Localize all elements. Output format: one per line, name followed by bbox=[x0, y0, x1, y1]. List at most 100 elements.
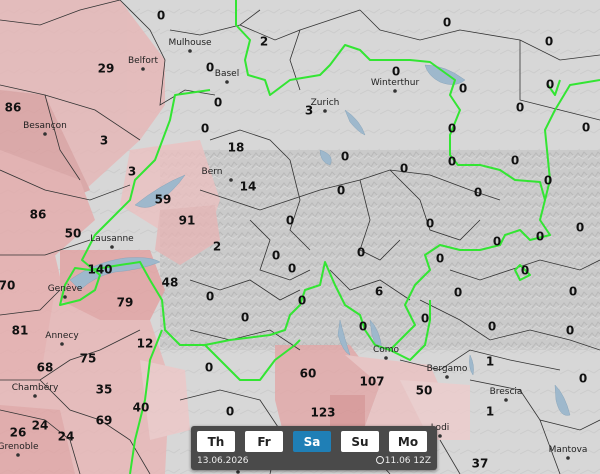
forecast-map[interactable]: Mulhouse Belfort Basel Winterthur Zurich Besa… bbox=[0, 0, 600, 474]
city-dot bbox=[445, 375, 449, 379]
city-label: Zurich bbox=[311, 98, 340, 108]
precip-value: 0 bbox=[546, 78, 554, 92]
precip-value: 0 bbox=[459, 82, 467, 96]
precip-value: 0 bbox=[536, 230, 544, 244]
precip-value: 0 bbox=[516, 101, 524, 115]
city-label: Bergamo bbox=[427, 364, 468, 374]
precip-value: 29 bbox=[98, 62, 115, 76]
precip-value: 75 bbox=[80, 352, 97, 366]
precip-value: 24 bbox=[58, 430, 75, 444]
forecast-date: 13.06.2026 bbox=[197, 456, 249, 466]
precip-value: 0 bbox=[579, 372, 587, 386]
precip-value: 0 bbox=[436, 252, 444, 266]
precip-value: 50 bbox=[416, 384, 433, 398]
precip-value: 0 bbox=[443, 16, 451, 30]
model-run: 11.06 12Z bbox=[375, 456, 431, 466]
clock-icon bbox=[375, 456, 384, 464]
precip-value: 40 bbox=[133, 401, 150, 415]
city-dot bbox=[236, 470, 240, 474]
precip-value: 0 bbox=[226, 405, 234, 419]
day-selector: Th Fr Sa Su Mo 13.06.2026 11.06 12Z bbox=[191, 426, 437, 470]
model-run-label: 11.06 12Z bbox=[384, 456, 431, 466]
city-label: Winterthur bbox=[371, 78, 420, 88]
precip-value: 0 bbox=[566, 324, 574, 338]
precip-value: 0 bbox=[576, 221, 584, 235]
precip-value: 0 bbox=[359, 320, 367, 334]
precip-value: 59 bbox=[155, 193, 172, 207]
precip-value: 3 bbox=[305, 104, 313, 118]
precip-value: 2 bbox=[213, 240, 221, 254]
city-dot bbox=[16, 453, 20, 457]
precip-value: 0 bbox=[448, 122, 456, 136]
city-dot bbox=[323, 109, 327, 113]
alps-terrain bbox=[160, 150, 600, 350]
precip-value: 14 bbox=[240, 180, 257, 194]
precip-value: 0 bbox=[582, 121, 590, 135]
day-button-fr[interactable]: Fr bbox=[245, 431, 283, 452]
precip-value: 0 bbox=[544, 174, 552, 188]
city-dot bbox=[504, 398, 508, 402]
precip-value: 69 bbox=[96, 414, 113, 428]
precip-value: 6 bbox=[375, 285, 383, 299]
city-dot bbox=[438, 434, 442, 438]
precip-value: 79 bbox=[117, 296, 134, 310]
precip-value: 0 bbox=[545, 35, 553, 49]
precip-value: 0 bbox=[511, 154, 519, 168]
precip-value: 0 bbox=[493, 235, 501, 249]
day-button-mo[interactable]: Mo bbox=[389, 431, 427, 452]
precip-value: 0 bbox=[205, 361, 213, 375]
city-label: Chambéry bbox=[12, 382, 59, 393]
precip-value: 0 bbox=[241, 311, 249, 325]
city-label: Genève bbox=[48, 283, 83, 294]
day-button-su[interactable]: Su bbox=[341, 431, 379, 452]
precip-value: 107 bbox=[359, 375, 384, 389]
precip-value: 123 bbox=[310, 406, 335, 420]
precip-value: 0 bbox=[157, 9, 165, 23]
city-label: Grenoble bbox=[0, 442, 39, 452]
precip-value: 0 bbox=[286, 214, 294, 228]
precip-value: 48 bbox=[162, 276, 179, 290]
city-dot bbox=[225, 80, 229, 84]
city-label: Annecy bbox=[45, 331, 79, 341]
precip-value: 1 bbox=[486, 355, 494, 369]
precip-value: 0 bbox=[474, 186, 482, 200]
precip-value: 140 bbox=[87, 263, 112, 277]
precip-value: 12 bbox=[137, 337, 154, 351]
precip-value: 70 bbox=[0, 279, 15, 293]
precip-value: 3 bbox=[128, 165, 136, 179]
precip-value: 37 bbox=[472, 457, 489, 471]
precip-value: 60 bbox=[300, 367, 317, 381]
precip-value: 0 bbox=[400, 162, 408, 176]
precip-value: 68 bbox=[37, 361, 54, 375]
precip-value: 81 bbox=[12, 324, 29, 338]
precip-value: 0 bbox=[426, 217, 434, 231]
precip-value: 0 bbox=[201, 122, 209, 136]
precip-value: 35 bbox=[96, 383, 113, 397]
city-dot bbox=[229, 178, 233, 182]
precip-value: 0 bbox=[392, 65, 400, 79]
precip-value: 0 bbox=[206, 290, 214, 304]
city-label: Como bbox=[373, 345, 400, 355]
precip-value: 86 bbox=[5, 101, 22, 115]
city-label: Mantova bbox=[549, 445, 588, 455]
city-label: Mulhouse bbox=[168, 38, 212, 48]
precip-value: 2 bbox=[260, 35, 268, 49]
city-dot bbox=[110, 245, 114, 249]
precip-value: 0 bbox=[337, 184, 345, 198]
precip-value: 0 bbox=[521, 264, 529, 278]
day-button-sa[interactable]: Sa bbox=[293, 431, 331, 452]
precip-value: 0 bbox=[357, 246, 365, 260]
precip-value: 91 bbox=[179, 214, 196, 228]
precip-value: 0 bbox=[341, 150, 349, 164]
city-dot bbox=[43, 132, 47, 136]
precip-value: 0 bbox=[214, 96, 222, 110]
day-button-th[interactable]: Th bbox=[197, 431, 235, 452]
city-dot bbox=[566, 456, 570, 460]
city-label: Lausanne bbox=[90, 234, 134, 244]
precip-value: 0 bbox=[288, 262, 296, 276]
precip-value: 0 bbox=[454, 286, 462, 300]
map-canvas: Mulhouse Belfort Basel Winterthur Zurich Besa… bbox=[0, 0, 600, 474]
city-dot bbox=[60, 342, 64, 346]
city-dot bbox=[33, 394, 37, 398]
city-label: Besançon bbox=[23, 121, 67, 131]
